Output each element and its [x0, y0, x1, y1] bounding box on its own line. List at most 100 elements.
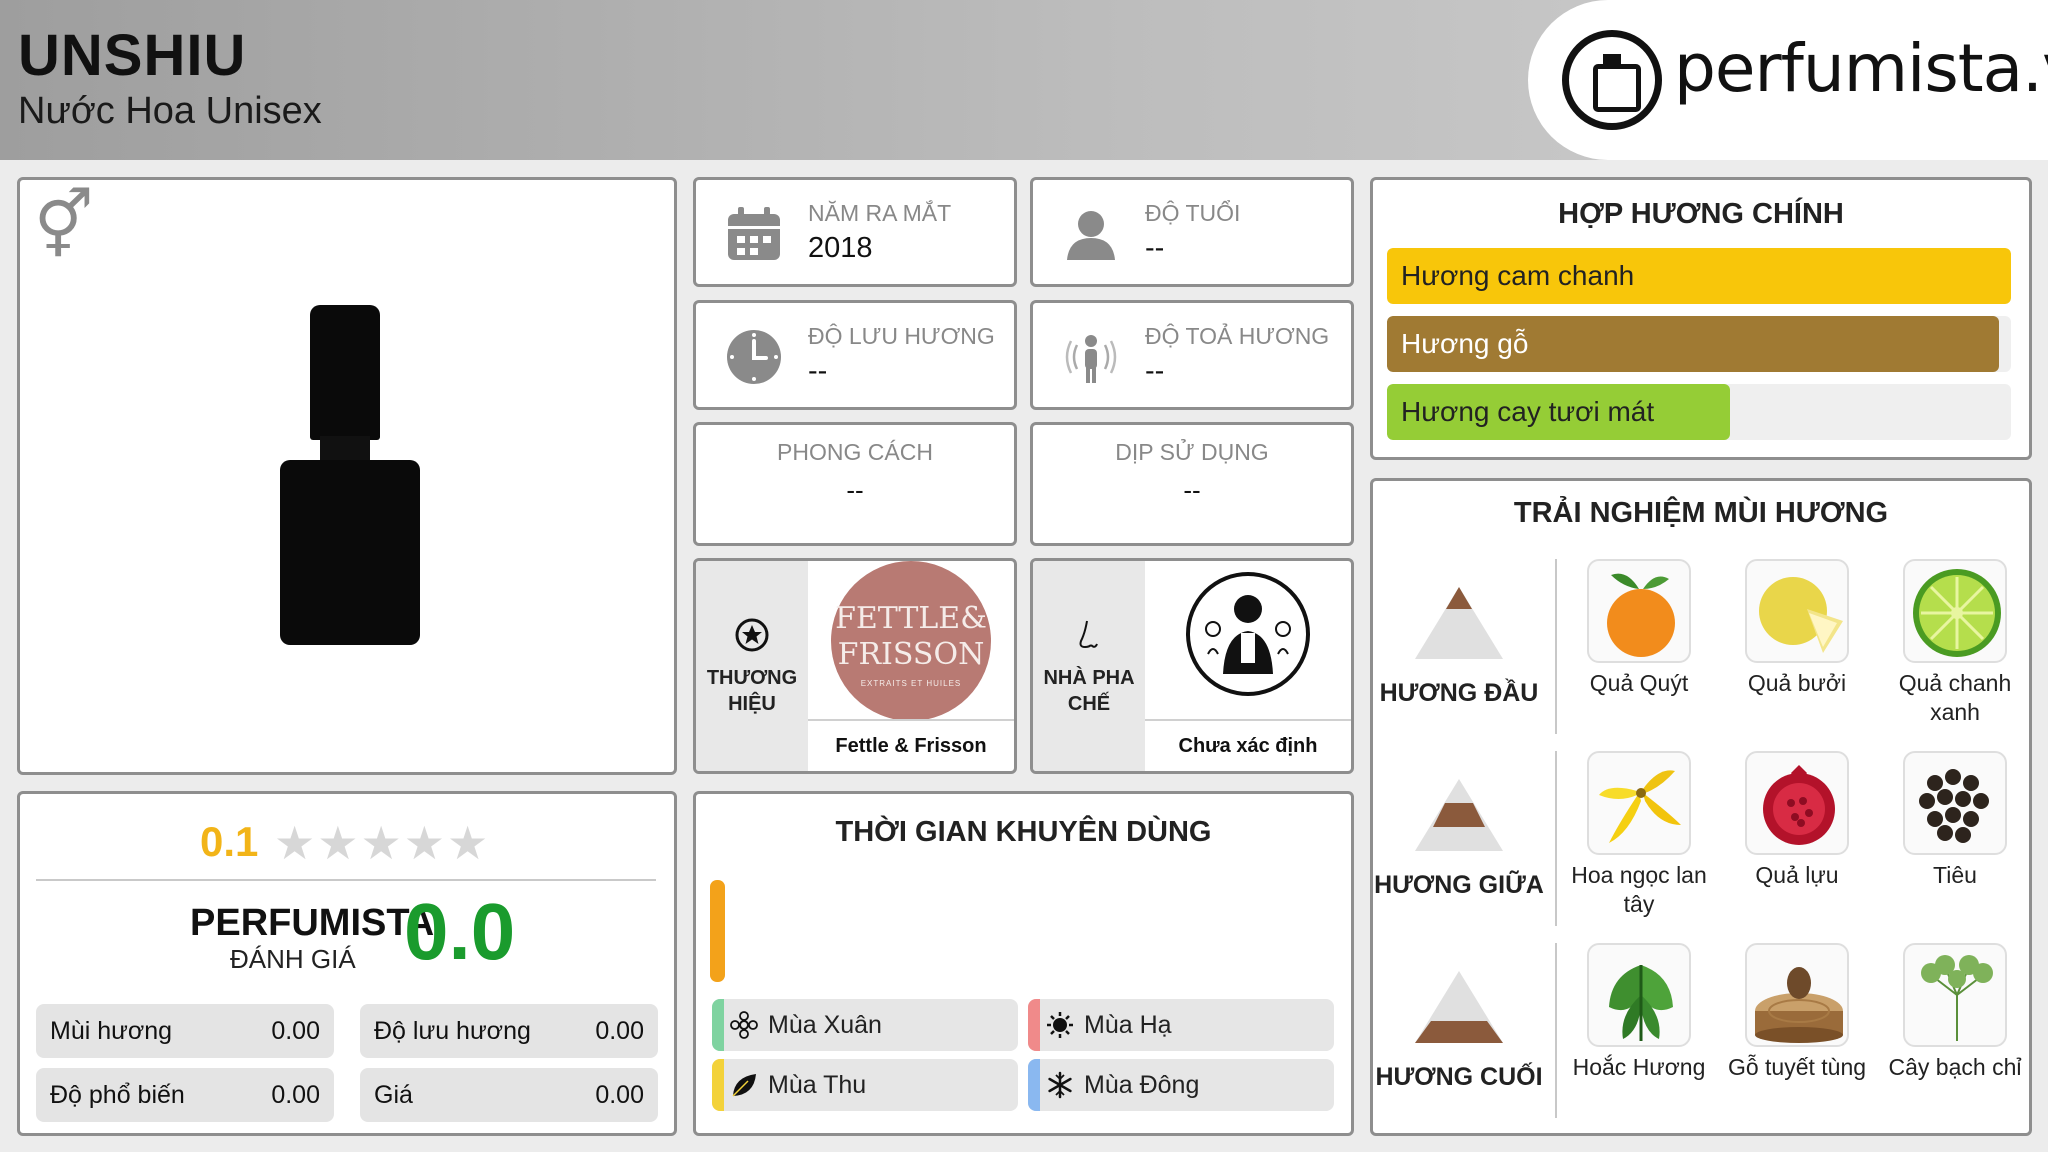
divider — [1555, 559, 1557, 734]
perfume-type: Nước Hoa Unisex — [18, 90, 322, 132]
perfumista-score: 0.0 — [404, 887, 516, 976]
longevity-card: ĐỘ LƯU HƯƠNG -- — [693, 300, 1017, 410]
black-pepper-image — [1903, 751, 2007, 855]
brand-logo-text: FRISSON — [837, 637, 985, 672]
metric-value: 0.00 — [595, 1017, 644, 1045]
launch-year-value: 2018 — [808, 232, 873, 264]
sillage-card: ĐỘ TOẢ HƯƠNG -- — [1030, 300, 1354, 410]
season-label: Mùa Hạ — [1084, 1011, 1172, 1039]
sillage-label: ĐỘ TOẢ HƯƠNG — [1145, 323, 1330, 349]
base-note-label: HƯƠNG CUỐI — [1375, 1063, 1543, 1091]
note-item[interactable]: Cây bạch chỉ — [1885, 943, 2025, 1082]
note-item[interactable]: Tiêu — [1885, 751, 2025, 890]
leaf-icon — [732, 1074, 756, 1097]
angelica-image — [1903, 943, 2007, 1047]
style-card: PHONG CÁCH -- — [693, 422, 1017, 546]
middle-note-pyramid-icon — [1415, 779, 1503, 851]
metric-label: Độ lưu hương — [374, 1017, 531, 1045]
season-label: Mùa Thu — [768, 1071, 867, 1099]
note-name: Hoa ngọc lan tây — [1571, 862, 1707, 917]
note-item[interactable]: Quả chanh xanh — [1885, 559, 2025, 727]
recommended-time-panel: THỜI GIAN KHUYÊN DÙNG Mùa Xuân Mùa Hạ Mù… — [693, 791, 1354, 1136]
sillage-person-icon — [1065, 335, 1117, 383]
note-item[interactable]: Quả lựu — [1727, 751, 1867, 890]
middle-note-label: HƯƠNG GIỮA — [1374, 871, 1544, 899]
metric-value: 0.00 — [271, 1081, 320, 1109]
note-item[interactable]: Hoắc Hương — [1569, 943, 1709, 1082]
metric-scent: Mùi hương 0.00 — [36, 1004, 334, 1058]
note-name: Quả chanh xanh — [1898, 670, 2012, 725]
perfumer-label: NHÀ PHA CHẾ — [1043, 667, 1135, 715]
divider — [1555, 943, 1557, 1118]
occasion-card: DỊP SỬ DỤNG -- — [1030, 422, 1354, 546]
perfumer-card[interactable]: NHÀ PHA CHẾ Chưa xác định — [1030, 558, 1354, 774]
perfumer-side-label: NHÀ PHA CHẾ — [1033, 561, 1145, 771]
divider — [1555, 751, 1557, 926]
metric-label: Mùi hương — [50, 1017, 173, 1045]
site-logo-text: perfumista.vn — [1674, 30, 2048, 107]
clock-icon — [727, 330, 781, 384]
product-image-panel: ⚥ — [17, 177, 677, 775]
metric-label: Độ phổ biến — [50, 1081, 185, 1109]
occasion-label: DỊP SỬ DỤNG — [1115, 439, 1269, 465]
note-name: Cây bạch chỉ — [1888, 1054, 2022, 1080]
note-name: Quả lựu — [1755, 862, 1839, 888]
accord-bar: Hương gỗ — [1387, 316, 2011, 372]
brand-name[interactable]: Fettle & Frisson — [808, 719, 1014, 771]
brand-card[interactable]: THƯƠNG HIỆU FETTLE& FRISSON EXTRAITS ET … — [693, 558, 1017, 774]
perfumer-avatar-icon — [1186, 572, 1310, 696]
top-note-pyramid-icon — [1415, 587, 1503, 659]
note-name: Hoắc Hương — [1572, 1054, 1706, 1080]
note-item[interactable]: Hoa ngọc lan tây — [1569, 751, 1709, 919]
launch-year-label: NĂM RA MẮT — [808, 200, 952, 226]
accord-bar: Hương cam chanh — [1387, 248, 2011, 304]
base-note-pyramid-icon — [1415, 971, 1503, 1043]
brand-logo-subtext: EXTRAITS ET HUILES — [860, 679, 962, 688]
scent-experience-panel: TRẢI NGHIỆM MÙI HƯƠNG HƯƠNG ĐẦU HƯƠNG GI… — [1370, 478, 2032, 1136]
age-label: ĐỘ TUỔI — [1145, 200, 1241, 226]
main-accords-panel: HỢP HƯƠNG CHÍNH Hương cam chanh Hương gỗ… — [1370, 177, 2032, 460]
pomegranate-image — [1745, 751, 1849, 855]
perfumer-name[interactable]: Chưa xác định — [1145, 719, 1351, 771]
flower-icon — [730, 1011, 758, 1039]
metric-value: 0.00 — [271, 1017, 320, 1045]
scent-experience-title: TRẢI NGHIỆM MÙI HƯƠNG — [1513, 497, 1889, 529]
brand-side-label: THƯƠNG HIỆU — [696, 561, 808, 771]
brand-logo[interactable]: FETTLE& FRISSON EXTRAITS ET HUILES — [831, 561, 991, 721]
metric-label: Giá — [374, 1081, 413, 1109]
season-autumn: Mùa Thu — [712, 1059, 1018, 1111]
season-spring: Mùa Xuân — [712, 999, 1018, 1051]
snowflake-icon — [1048, 1071, 1072, 1099]
brand-logo-text: FETTLE& — [835, 601, 987, 636]
note-name: Quả bưởi — [1747, 670, 1847, 696]
star-rating[interactable]: ★★★★★ — [274, 816, 490, 870]
accord-label: Hương cam chanh — [1401, 260, 1635, 291]
style-value: -- — [846, 475, 864, 505]
note-item[interactable]: Quả bưởi — [1727, 559, 1867, 698]
age-value: -- — [1145, 232, 1165, 264]
perfumista-label: PERFUMISTA — [190, 902, 435, 944]
time-level-bar — [710, 880, 725, 982]
longevity-label: ĐỘ LƯU HƯƠNG — [808, 323, 995, 349]
perfume-name: UNSHIU — [18, 23, 247, 88]
accord-label: Hương gỗ — [1401, 328, 1529, 359]
tangerine-image — [1587, 559, 1691, 663]
lime-image — [1903, 559, 2007, 663]
note-item[interactable]: Gỗ tuyết tùng — [1727, 943, 1867, 1082]
note-name: Quả Quýt — [1589, 670, 1689, 696]
main-accords-title: HỢP HƯƠNG CHÍNH — [1558, 198, 1844, 230]
brand-label: THƯƠNG HIỆU — [706, 667, 798, 715]
header: UNSHIU Nước Hoa Unisex perfumista.vn — [0, 0, 2048, 160]
metric-value: 0.00 — [595, 1081, 644, 1109]
style-label: PHONG CÁCH — [777, 439, 933, 465]
ylang-ylang-image — [1587, 751, 1691, 855]
metric-popularity: Độ phổ biến 0.00 — [36, 1068, 334, 1122]
site-logo[interactable]: perfumista.vn — [1528, 0, 2048, 160]
note-name: Tiêu — [1933, 862, 1977, 888]
longevity-value: -- — [808, 355, 828, 387]
note-item[interactable]: Quả Quýt — [1569, 559, 1709, 698]
accord-bar: Hương cay tươi mát — [1387, 384, 2011, 440]
recommended-time-title: THỜI GIAN KHUYÊN DÙNG — [835, 816, 1212, 848]
metric-price: Giá 0.00 — [360, 1068, 658, 1122]
evaluation-label: ĐÁNH GIÁ — [230, 944, 356, 974]
